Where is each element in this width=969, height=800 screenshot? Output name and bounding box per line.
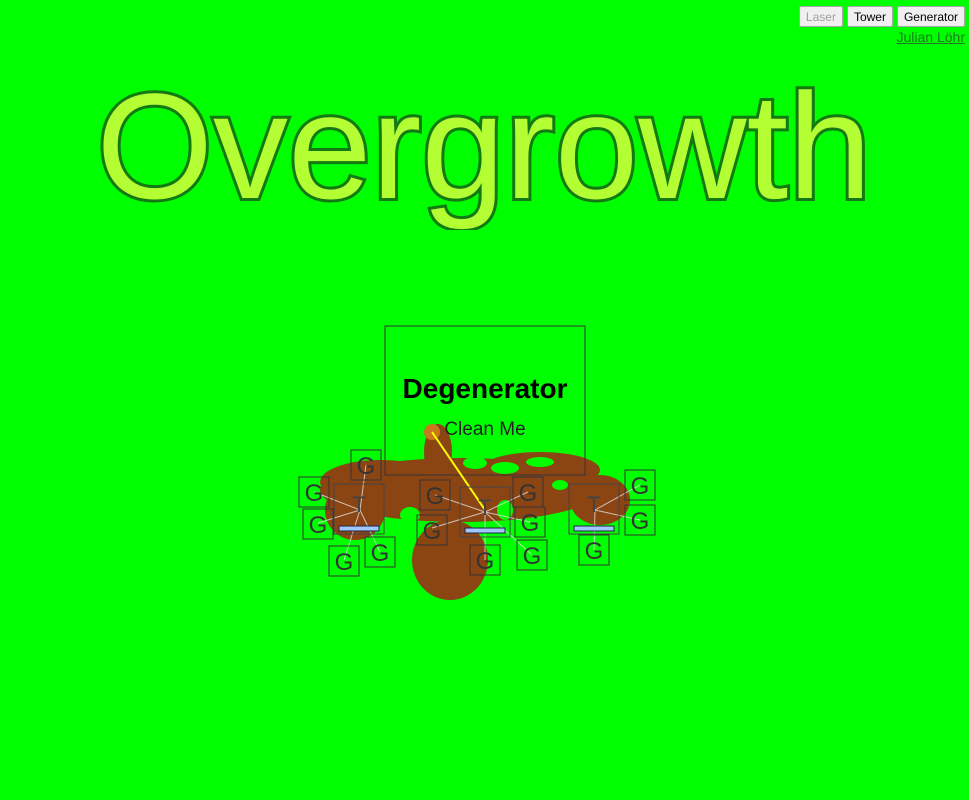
svg-text:G: G [585, 538, 604, 565]
generator[interactable]: G [578, 534, 610, 566]
generator[interactable]: G [516, 539, 548, 571]
svg-text:G: G [426, 483, 445, 510]
svg-text:G: G [476, 548, 495, 575]
svg-text:G: G [519, 480, 538, 507]
generator[interactable]: G [364, 536, 396, 568]
svg-text:G: G [631, 473, 650, 500]
svg-text:G: G [523, 543, 542, 570]
svg-text:G: G [423, 518, 442, 545]
svg-text:G: G [521, 510, 540, 537]
generator[interactable]: G [624, 504, 656, 536]
svg-text:T: T [352, 492, 365, 517]
svg-text:G: G [371, 540, 390, 567]
svg-text:G: G [335, 549, 354, 576]
degenerator-subtitle: Clean Me [444, 419, 526, 440]
svg-text:G: G [631, 508, 650, 535]
svg-text:T: T [587, 492, 600, 517]
svg-text:T: T [478, 495, 491, 520]
svg-text:G: G [309, 512, 328, 539]
svg-text:G: G [357, 453, 376, 480]
generator[interactable]: G [328, 545, 360, 577]
svg-text:G: G [305, 480, 324, 507]
degenerator-title: Degenerator [402, 373, 568, 404]
